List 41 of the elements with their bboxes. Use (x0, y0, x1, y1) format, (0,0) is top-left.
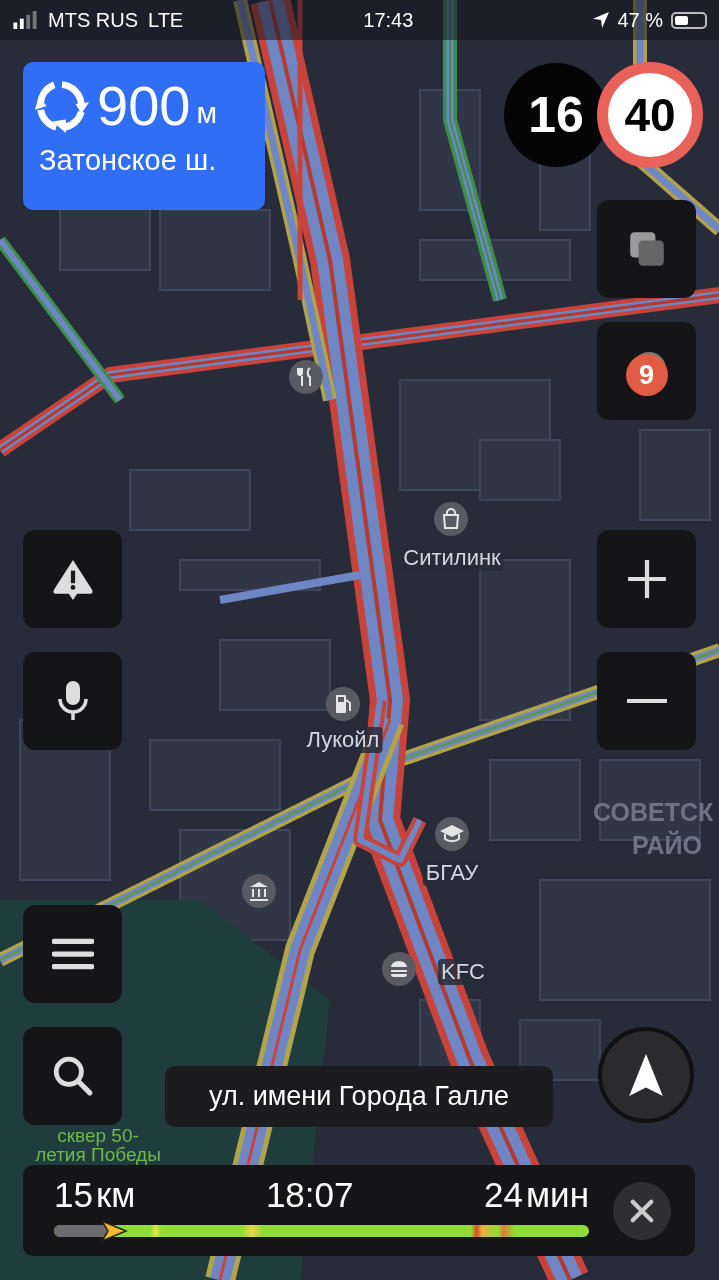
warning-icon (51, 558, 94, 600)
fuel-pump-icon (325, 686, 361, 722)
graduation-cap-icon (434, 816, 470, 852)
duration-unit: мин (526, 1175, 589, 1215)
speed-limit-sign: 40 (597, 62, 703, 168)
route-distance: 15 (54, 1175, 93, 1215)
fork-knife-icon (288, 359, 324, 395)
search-button[interactable] (23, 1027, 122, 1125)
distance-unit: м (196, 96, 218, 130)
burger-icon (381, 951, 417, 987)
current-street: ул. имени Города Галле (165, 1066, 553, 1127)
battery-percent: 47 % (617, 8, 663, 32)
district-label: СОВЕТСК (593, 800, 714, 825)
menu-button[interactable] (23, 905, 122, 1003)
maneuver-distance: 900 (97, 76, 191, 136)
position-arrow-icon (99, 1219, 128, 1243)
battery-icon (671, 11, 707, 29)
route-duration: 24 (484, 1175, 524, 1215)
zoom-in-button[interactable] (597, 530, 696, 628)
building-columns-icon (241, 873, 277, 909)
alert-button[interactable] (23, 530, 122, 628)
voice-button[interactable] (23, 652, 122, 750)
network-type: LTE (148, 8, 184, 32)
place-label: Лукойл (303, 727, 383, 753)
signal-icon (12, 11, 38, 29)
location-arrow-icon (593, 12, 610, 28)
arrival-time: 18:07 (265, 1175, 354, 1215)
search-icon (51, 1055, 94, 1097)
carrier-name: MTS RUS (48, 8, 138, 32)
traffic-score: 9 (625, 354, 668, 396)
traffic-button[interactable]: 9 (597, 322, 696, 420)
status-time: 17:43 (363, 8, 414, 32)
park-label: летия Победы (35, 1144, 161, 1164)
bag-icon (433, 501, 469, 537)
minus-icon (625, 699, 668, 703)
close-icon (629, 1198, 655, 1224)
distance-unit: км (95, 1175, 136, 1215)
maneuver-street: Затонское ш. (38, 144, 218, 177)
layers-button[interactable] (597, 200, 696, 298)
plus-icon (625, 558, 668, 600)
park-label: сквер 50- (57, 1125, 139, 1145)
